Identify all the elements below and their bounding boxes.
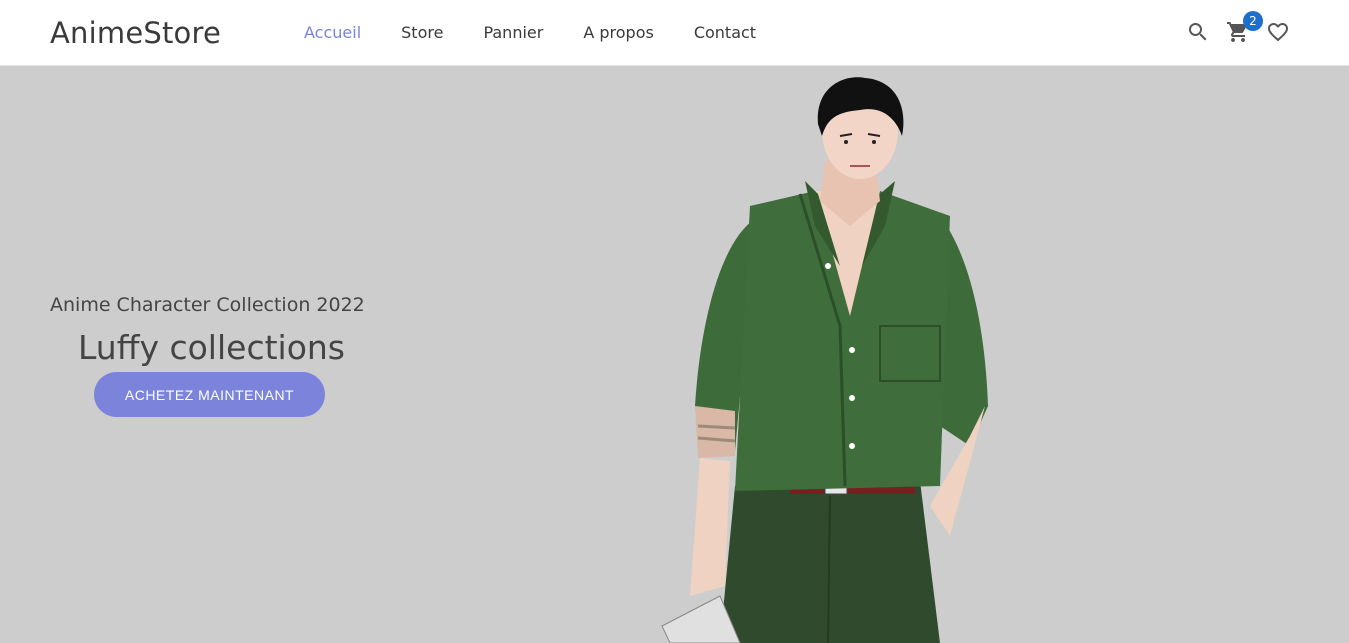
nav-link-a-propos[interactable]: A propos (583, 23, 653, 42)
hero-subtitle: Anime Character Collection 2022 (50, 294, 365, 316)
cart-count-badge: 2 (1243, 11, 1263, 31)
nav-link-accueil[interactable]: Accueil (304, 23, 361, 42)
main-nav: Accueil Store Pannier A propos Contact (304, 23, 756, 42)
character-illustration (661, 77, 988, 643)
nav-link-contact[interactable]: Contact (694, 23, 756, 42)
shop-now-button[interactable]: ACHETEZ MAINTENANT (94, 372, 325, 417)
brand-logo[interactable]: AnimeStore (50, 16, 221, 50)
nav-link-pannier[interactable]: Pannier (483, 23, 543, 42)
hero-text: Anime Character Collection 2022 Luffy co… (50, 294, 380, 367)
heart-icon[interactable] (1266, 20, 1290, 44)
hero-title: Luffy collections (78, 328, 345, 367)
nav-link-store[interactable]: Store (401, 23, 443, 42)
hero-banner: Anime Character Collection 2022 Luffy co… (0, 66, 1349, 643)
nav-icons: 2 (1186, 11, 1290, 44)
search-icon[interactable] (1186, 20, 1210, 44)
navbar: AnimeStore Accueil Store Pannier A propo… (0, 0, 1349, 66)
cart-icon[interactable]: 2 (1226, 11, 1263, 44)
